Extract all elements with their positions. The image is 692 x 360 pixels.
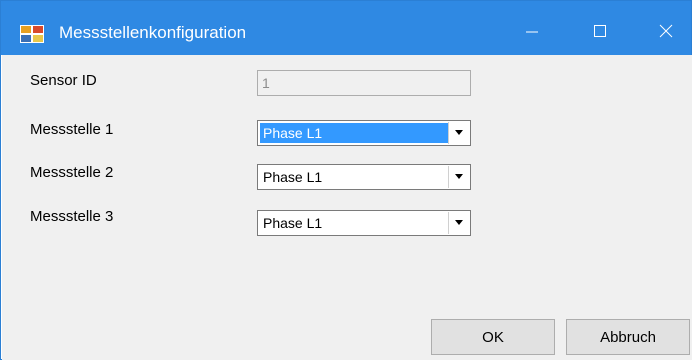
messstelle-2-select[interactable]: Phase L1	[257, 164, 471, 190]
messstelle-1-value: Phase L1	[260, 123, 448, 143]
maximize-icon	[594, 25, 606, 37]
minimize-button[interactable]	[510, 11, 554, 51]
maximize-button[interactable]	[578, 11, 622, 51]
close-button[interactable]	[644, 11, 688, 51]
dropdown-arrow-button[interactable]	[448, 212, 469, 234]
messstelle-1-select[interactable]: Phase L1	[257, 120, 471, 146]
sensor-id-value: 1	[262, 75, 270, 91]
dialog-window: Messstellenkonfiguration Sensor ID 1 Mes…	[0, 0, 692, 360]
sensor-id-label: Sensor ID	[30, 72, 97, 89]
messstelle-1-label: Messstelle 1	[30, 121, 114, 138]
messstelle-3-select[interactable]: Phase L1	[257, 210, 471, 236]
dropdown-arrow-button[interactable]	[448, 166, 469, 188]
chevron-down-icon	[455, 130, 463, 135]
minimize-icon	[526, 31, 538, 33]
messstelle-3-label: Messstelle 3	[30, 208, 114, 225]
messstelle-2-value: Phase L1	[263, 169, 323, 185]
chevron-down-icon	[455, 174, 463, 179]
messstelle-3-value: Phase L1	[263, 215, 323, 231]
cancel-button[interactable]: Abbruch	[566, 319, 690, 355]
app-icon	[20, 25, 44, 43]
window-title: Messstellenkonfiguration	[59, 23, 247, 42]
close-icon	[659, 24, 673, 38]
ok-button[interactable]: OK	[431, 319, 555, 355]
messstelle-2-label: Messstelle 2	[30, 164, 114, 181]
chevron-down-icon	[455, 220, 463, 225]
title-bar[interactable]: Messstellenkonfiguration	[1, 1, 691, 55]
dialog-body: Sensor ID 1 Messstelle 1 Phase L1 Messst…	[2, 55, 692, 360]
sensor-id-field[interactable]: 1	[257, 70, 471, 96]
dropdown-arrow-button[interactable]	[448, 122, 469, 144]
